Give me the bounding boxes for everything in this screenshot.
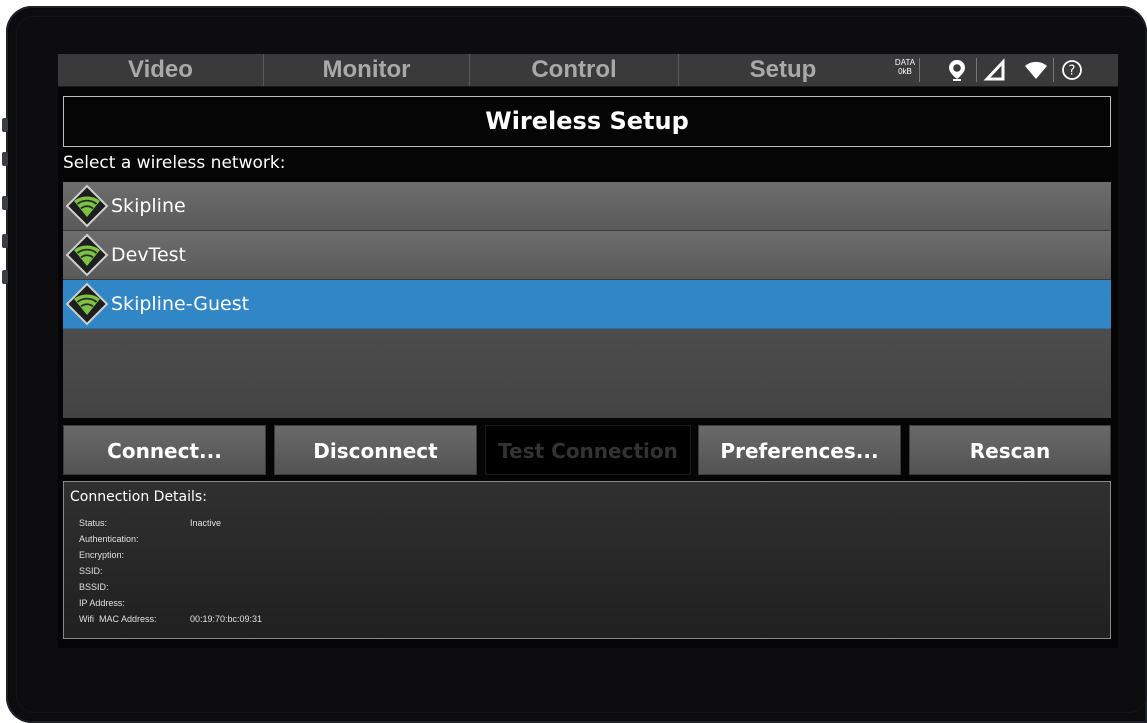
connect-button[interactable]: Connect... — [63, 425, 266, 475]
tab-monitor[interactable]: Monitor — [264, 54, 470, 86]
network-list[interactable]: Skipline DevTest Skipline-Guest — [63, 182, 1111, 418]
test-connection-button: Test Connection — [485, 425, 691, 475]
detail-value: 00:19:70:bc:09:31 — [190, 614, 263, 624]
top-nav-bar: Video Monitor Control Setup DATA 0kB ? — [58, 54, 1118, 87]
side-button — [2, 196, 8, 210]
data-usage-indicator: DATA 0kB — [891, 58, 920, 82]
side-button — [2, 152, 8, 166]
detail-label: BSSID: — [79, 582, 109, 592]
wifi-network-icon — [65, 282, 109, 326]
tab-video[interactable]: Video — [58, 54, 264, 86]
network-item-devtest[interactable]: DevTest — [63, 231, 1111, 280]
network-select-prompt: Select a wireless network: — [63, 153, 286, 173]
detail-row-mac-address: Wifi MAC Address: 00:19:70:bc:09:31 — [79, 614, 262, 624]
help-icon[interactable]: ? — [1053, 58, 1084, 82]
network-item-skipline[interactable]: Skipline — [63, 182, 1111, 231]
detail-row-ssid: SSID: — [79, 566, 190, 576]
network-item-skipline-guest[interactable]: Skipline-Guest — [63, 280, 1111, 329]
data-usage-label: DATA — [894, 58, 916, 67]
wifi-network-icon — [65, 184, 109, 228]
detail-row-encryption: Encryption: — [79, 550, 190, 560]
connection-details-heading: Connection Details: — [70, 489, 207, 505]
signal-strength-icon[interactable] — [983, 58, 1007, 82]
tab-setup[interactable]: Setup — [679, 54, 887, 86]
page-title: Wireless Setup — [63, 96, 1111, 147]
detail-label: Status: — [79, 518, 108, 528]
network-name: DevTest — [111, 244, 186, 266]
detail-label: Authentication: — [79, 534, 139, 544]
detail-label: Wifi MAC Address: — [79, 614, 157, 624]
preferences-button[interactable]: Preferences... — [698, 425, 901, 475]
location-pin-icon[interactable] — [945, 58, 969, 82]
detail-row-bssid: BSSID: — [79, 582, 190, 592]
status-divider — [976, 58, 977, 82]
detail-label: SSID: — [79, 566, 103, 576]
detail-value: Inactive — [190, 518, 222, 528]
connection-details-panel: Connection Details: Status: Inactive Auth… — [63, 481, 1111, 639]
side-button — [2, 234, 8, 248]
network-name: Skipline-Guest — [111, 293, 250, 315]
wifi-network-icon — [65, 233, 109, 277]
data-usage-value: 0kB — [898, 67, 912, 76]
wifi-icon[interactable] — [1024, 58, 1048, 82]
detail-label: IP Address: — [79, 598, 125, 608]
rescan-button[interactable]: Rescan — [909, 425, 1111, 475]
status-area: DATA 0kB ? — [887, 54, 1118, 86]
device-screen: Video Monitor Control Setup DATA 0kB ? W… — [58, 54, 1118, 648]
disconnect-button[interactable]: Disconnect — [274, 425, 477, 475]
detail-row-status: Status: Inactive — [79, 518, 221, 528]
tab-control[interactable]: Control — [470, 54, 679, 86]
detail-row-ip-address: IP Address: — [79, 598, 190, 608]
network-name: Skipline — [111, 195, 186, 217]
detail-label: Encryption: — [79, 550, 125, 560]
side-button — [2, 118, 8, 132]
side-button — [2, 270, 8, 284]
svg-text:?: ? — [1069, 64, 1076, 79]
detail-row-authentication: Authentication: — [79, 534, 190, 544]
